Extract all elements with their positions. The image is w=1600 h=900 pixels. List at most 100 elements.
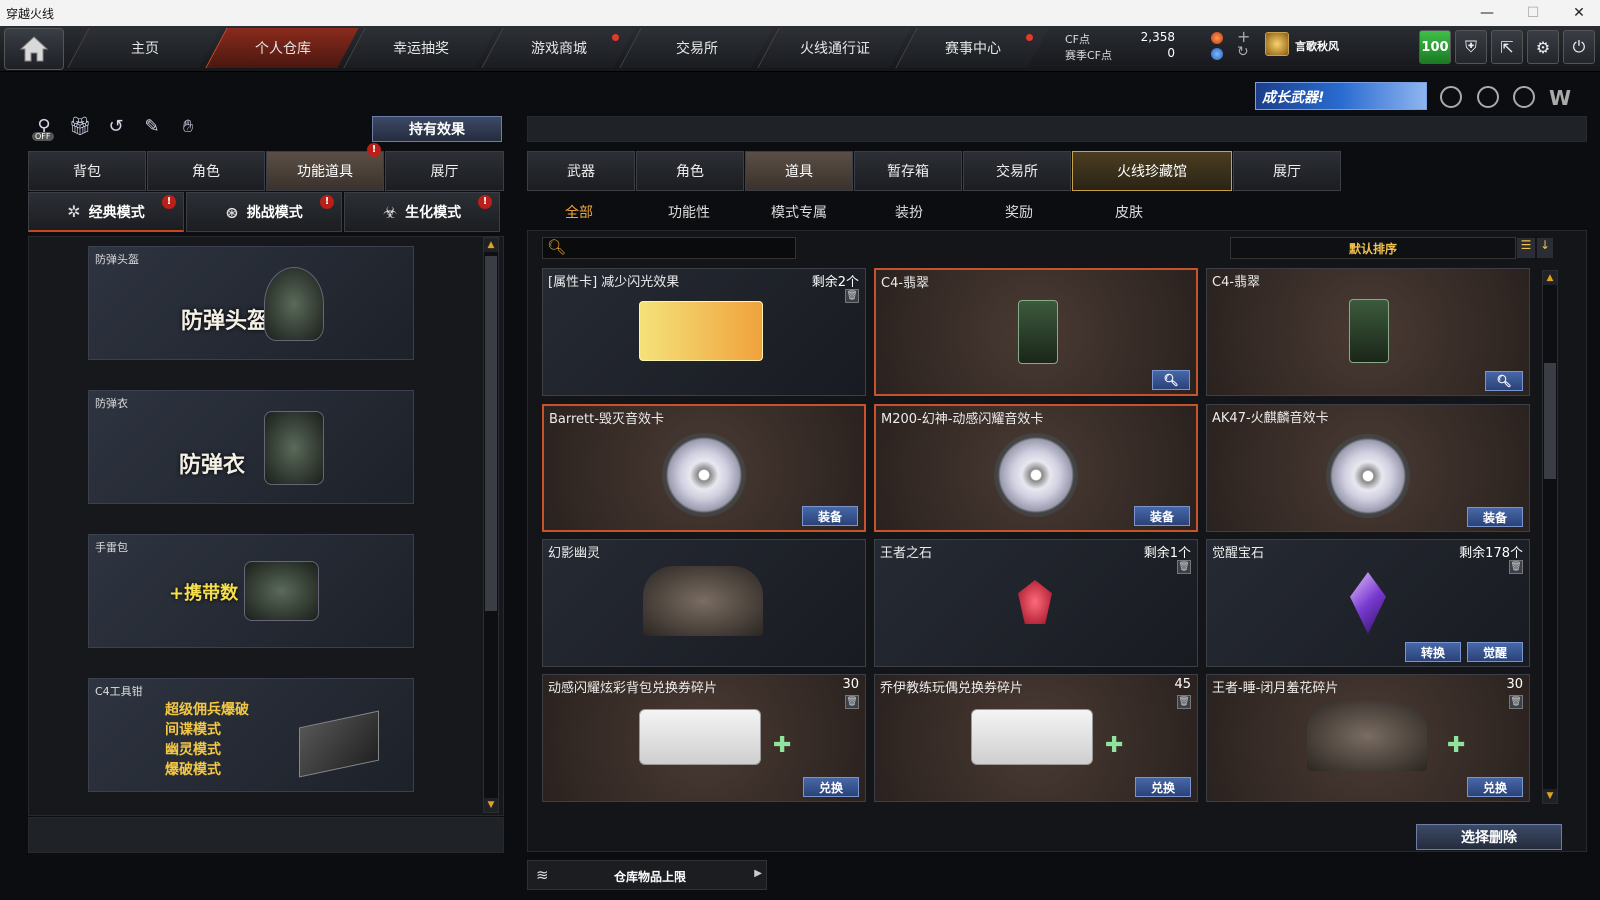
item-card[interactable]: [属性卡] 减少闪光效果 剩余2个 🗑︎	[542, 268, 866, 396]
right-tab-1[interactable]: 武器	[527, 151, 635, 191]
hand-icon[interactable]: ✋︎	[174, 116, 202, 144]
right-tab-2[interactable]: 角色	[636, 151, 744, 191]
left-tab-2[interactable]: 角色	[147, 151, 265, 191]
maximize-button[interactable]: ☐	[1510, 0, 1556, 26]
expand-arrow-icon[interactable]: ▶	[754, 868, 762, 879]
item-action-button[interactable]: 装备	[802, 506, 858, 526]
shield-icon[interactable]: ⛨	[1455, 30, 1487, 64]
growth-weapon-banner[interactable]: 成长武器!	[1255, 82, 1427, 110]
item-card[interactable]: C4-翡翠 🔍︎	[874, 268, 1198, 396]
history-icon[interactable]: ↺	[102, 116, 130, 144]
badge-icon[interactable]	[1440, 86, 1462, 108]
nav-tab-4[interactable]: 游戏商城	[481, 28, 635, 68]
zoom-button[interactable]: 🔍︎	[1485, 371, 1523, 391]
item-card[interactable]: 觉醒宝石 剩余178个 🗑︎ 转换 觉醒	[1206, 539, 1530, 667]
subtab-5[interactable]: 奖励	[969, 198, 1069, 226]
right-tab-6[interactable]: 火线珍藏馆	[1072, 151, 1232, 191]
item-action-button[interactable]: 兑换	[1467, 777, 1523, 797]
left-scroll-thumb[interactable]	[485, 256, 497, 611]
right-tab-5[interactable]: 交易所	[963, 151, 1071, 191]
right-tab-4[interactable]: 暂存箱	[854, 151, 962, 191]
item-action-button[interactable]: 装备	[1467, 507, 1523, 527]
select-delete-button[interactable]: 选择删除	[1416, 824, 1562, 850]
level-badge[interactable]: 100	[1419, 30, 1451, 64]
item-card[interactable]: 王者-睡-闭月羞花碎片 30 🗑︎ ✚ 兑换	[1206, 674, 1530, 802]
item-action-button[interactable]: 装备	[1134, 506, 1190, 526]
right-scroll-thumb[interactable]	[1544, 363, 1556, 479]
subtab-4[interactable]: 装扮	[859, 198, 959, 226]
subtab-2[interactable]: 功能性	[639, 198, 739, 226]
sort-dropdown[interactable]: 默认排序	[1230, 237, 1516, 259]
mode-tab-3[interactable]: ☣︎ 生化模式	[344, 192, 500, 232]
exit-room-icon[interactable]: ⇱	[1491, 30, 1523, 64]
right-scrollbar[interactable]: ▲ ▼	[1542, 270, 1558, 804]
wing-logo-icon[interactable]: W	[1549, 86, 1571, 110]
trash-icon[interactable]: 🗑︎	[1509, 695, 1523, 709]
star-emblem-icon[interactable]	[1513, 86, 1535, 108]
close-button[interactable]: ✕	[1556, 0, 1600, 26]
items-scroll-up-icon[interactable]: ▲	[1543, 271, 1557, 285]
mode-tab-2[interactable]: ⊛ 挑战模式	[186, 192, 342, 232]
left-tab-3[interactable]: 功能道具	[266, 151, 384, 191]
trash-icon[interactable]: 🗑︎	[845, 289, 859, 303]
nav-tab-2[interactable]: 个人仓库	[205, 28, 359, 68]
rank-badge-icon	[1265, 32, 1289, 56]
globe-icon[interactable]	[1477, 86, 1499, 108]
purple-gem-icon	[1350, 572, 1386, 634]
left-tab-1[interactable]: 背包	[28, 151, 146, 191]
item-action-button[interactable]: 兑换	[803, 777, 859, 797]
minimize-button[interactable]: —	[1464, 0, 1510, 26]
gift-icon[interactable]: 🎁︎	[66, 116, 94, 144]
mode-tab-1[interactable]: ✲ 经典模式	[28, 192, 184, 232]
subtab-1[interactable]: 全部	[529, 198, 629, 226]
item-card[interactable]: C4-翡翠 🔍︎	[1206, 268, 1530, 396]
items-scroll-down-icon[interactable]: ▼	[1543, 789, 1557, 803]
item-card[interactable]: 幻影幽灵	[542, 539, 866, 667]
item-card[interactable]: 王者之石 剩余1个 🗑︎	[874, 539, 1198, 667]
right-tab-7[interactable]: 展厅	[1233, 151, 1341, 191]
item-action-button[interactable]: 兑换	[1135, 777, 1191, 797]
zoom-button[interactable]: 🔍︎	[1152, 370, 1190, 390]
left-card-4[interactable]: C4工具钳 超级佣兵爆破 间谍模式 幽灵模式 爆破模式	[88, 678, 414, 792]
right-tab-3[interactable]: 道具	[745, 151, 853, 191]
scroll-up-arrow-icon[interactable]: ▲	[484, 238, 498, 252]
function-items-alert-icon: !	[367, 143, 381, 157]
left-card-3[interactable]: 手雷包 +携带数	[88, 534, 414, 648]
trash-icon[interactable]: 🗑︎	[845, 695, 859, 709]
list-view-icon[interactable]: ☰	[1517, 238, 1535, 258]
trash-icon[interactable]: 🗑︎	[1509, 560, 1523, 574]
item-card[interactable]: 动感闪耀炫彩背包兑换券碎片 30 🗑︎ ✚ 兑换	[542, 674, 866, 802]
item-card[interactable]: Barrett-毁灭音效卡 装备	[542, 404, 866, 532]
item-card[interactable]: M200-幻神-动感闪耀音效卡 装备	[874, 404, 1198, 532]
storage-limit-bar[interactable]: ≋ 仓库物品上限 ▶	[527, 860, 767, 890]
nav-tab-1[interactable]: 主页	[67, 28, 221, 68]
trash-icon[interactable]: 🗑︎	[1177, 560, 1191, 574]
item-action-button[interactable]: 转换	[1405, 642, 1461, 662]
search-input[interactable]: 🔍︎	[542, 237, 796, 259]
power-icon[interactable]: ⏻	[1563, 30, 1595, 64]
character-icon[interactable]: ✎	[138, 116, 166, 144]
nav-tab-3[interactable]: 幸运抽奖	[343, 28, 497, 68]
username: 言歌秋风	[1295, 40, 1339, 53]
effect-button[interactable]: 持有效果	[372, 116, 502, 142]
left-tab-4[interactable]: 展厅	[385, 151, 504, 191]
nav-tab-5[interactable]: 交易所	[619, 28, 773, 68]
left-scrollbar[interactable]: ▲ ▼	[483, 237, 499, 813]
item-card[interactable]: AK47-火麒麟音效卡 装备	[1206, 404, 1530, 532]
gear-icon[interactable]: ⚙	[1527, 30, 1559, 64]
home-button[interactable]	[4, 28, 64, 70]
sort-direction-icon[interactable]: ↓	[1537, 238, 1553, 258]
left-card-2[interactable]: 防弹衣 防弹衣	[88, 390, 414, 504]
item-action-button[interactable]: 觉醒	[1467, 642, 1523, 662]
subtab-3[interactable]: 模式专属	[749, 198, 849, 226]
scroll-down-arrow-icon[interactable]: ▼	[484, 798, 498, 812]
subtab-6[interactable]: 皮肤	[1079, 198, 1179, 226]
left-card-1[interactable]: 防弹头盔 防弹头盔	[88, 246, 414, 360]
nav-tab-7[interactable]: 赛事中心	[895, 28, 1049, 68]
window-title: 穿越火线	[6, 7, 55, 21]
refresh-icon[interactable]: ↻	[1237, 44, 1249, 60]
trash-icon[interactable]: 🗑︎	[1177, 695, 1191, 709]
nav-tab-6[interactable]: 火线通行证	[757, 28, 911, 68]
item-card[interactable]: 乔伊教练玩偶兑换券碎片 45 🗑︎ ✚ 兑换	[874, 674, 1198, 802]
item-name: 幻影幽灵	[548, 546, 601, 561]
